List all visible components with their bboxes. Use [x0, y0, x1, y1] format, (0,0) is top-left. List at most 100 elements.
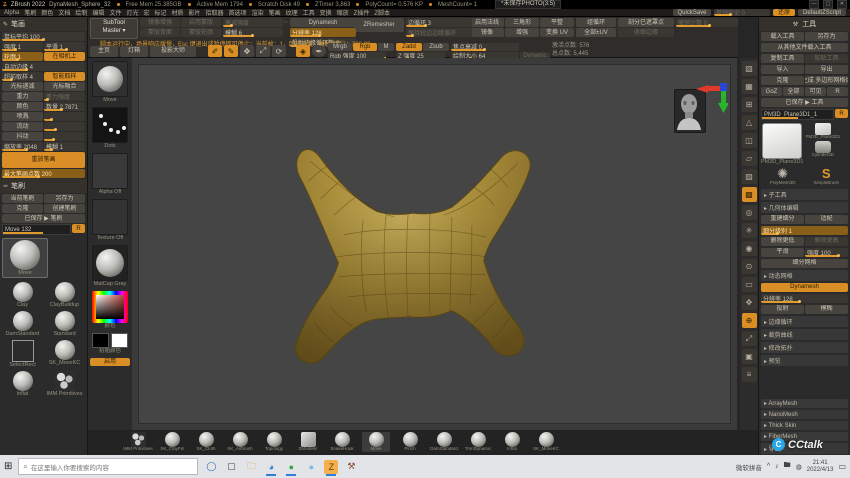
alpha-selector[interactable]: Alpha Off [92, 153, 128, 195]
systray-icon[interactable]: 🖿 [784, 461, 791, 472]
polyframe-icon[interactable]: ▩ [742, 187, 757, 202]
slider-handle[interactable] [411, 34, 414, 37]
slider[interactable]: 模糊 1 [44, 142, 85, 151]
main-color-swatch[interactable] [92, 333, 109, 348]
file-explorer-icon[interactable]: 🗀 [244, 460, 258, 474]
taskbar-clock[interactable]: 21:412022/4/13 [807, 460, 834, 474]
menu-item-笔刷[interactable]: 笔刷 [24, 8, 36, 17]
menu-item-笔画[interactable]: 笔画 [269, 8, 281, 17]
draw-size-icon[interactable]: ◉ [742, 241, 757, 256]
color-picker-widget[interactable]: 颜色 [92, 291, 128, 329]
button[interactable]: 投射 [761, 305, 804, 314]
quick-brush-ZModeler[interactable]: ZModeler [294, 432, 322, 452]
menu-item-颜色[interactable]: 颜色 [41, 8, 53, 17]
menu-item-绘制[interactable]: 绘制 [75, 8, 87, 17]
button[interactable]: 镜像增强 [140, 18, 180, 27]
actual-size-icon[interactable]: ▣ [742, 349, 757, 364]
secondary-color-swatch[interactable] [111, 333, 128, 348]
menu-item-缩放[interactable]: 缩放 [337, 8, 349, 17]
button[interactable]: 重放笔画 [2, 152, 85, 168]
menu-item-文件[interactable]: 文件 [109, 8, 121, 17]
button[interactable]: M [378, 43, 394, 51]
slider[interactable]: 撤销计数 0 [676, 18, 738, 27]
button[interactable]: Dynamesh [290, 18, 356, 27]
menu-item-影片[interactable]: 影片 [189, 8, 201, 17]
slider[interactable]: 分辨率 128 [290, 28, 356, 37]
tool-palette-header[interactable]: ⚒工具 [759, 17, 850, 31]
button[interactable]: 另存为 [44, 194, 85, 203]
button[interactable]: 已保存 ▶ 笔刷 [2, 214, 85, 223]
slider[interactable]: 轮廓 1 [2, 52, 43, 61]
stroke-type-selector[interactable]: Dots [92, 107, 128, 149]
button[interactable]: 在相机上 [44, 52, 85, 61]
button[interactable]: 载入工具 [761, 32, 804, 41]
local-symmetry-icon[interactable]: ◫ [742, 133, 757, 148]
button[interactable]: 启用 [90, 358, 130, 366]
button[interactable]: 全部 [783, 87, 804, 96]
big-thumb-col[interactable]: PM3D_Plane3D1 [761, 123, 804, 165]
button[interactable]: 克隆 [2, 204, 43, 213]
slider[interactable]: 超前取样 4 [2, 72, 43, 81]
slider[interactable]: 边循环 3 [406, 18, 472, 27]
brush-preview-icon[interactable]: ✒ [312, 45, 326, 57]
brush-cell[interactable]: IMM Primitives [44, 370, 85, 398]
edge-icon[interactable]: ◕ [264, 460, 278, 474]
subpalette-header-6[interactable]: ▸ 预览 [761, 355, 848, 366]
render-mode-icon[interactable]: ▦ [742, 79, 757, 94]
button[interactable]: 启用法线 [470, 18, 504, 27]
button[interactable]: GoZ [761, 87, 782, 96]
ime-indicator[interactable]: 微软拼音 [736, 462, 762, 472]
material-selector[interactable]: MatCap Gray [92, 245, 128, 287]
tool-app-icon[interactable]: ⚒ [344, 460, 358, 474]
button[interactable]: 导出 [805, 65, 848, 74]
button[interactable]: 导入 [761, 65, 804, 74]
menu-item-材质[interactable]: 材质 [172, 8, 184, 17]
point-selection-icon[interactable]: ⊙ [742, 259, 757, 274]
brush-cell[interactable]: Clay [2, 281, 43, 309]
mode-绘制-button[interactable]: ✎ [224, 45, 238, 57]
button[interactable]: 蒙版背面 [140, 28, 180, 37]
subpalette-header-Thick Skin[interactable]: ▸ Thick Skin [761, 421, 848, 430]
minimize-button[interactable]: — [809, 0, 819, 9]
button[interactable]: ZRemesher [354, 18, 404, 32]
button[interactable]: 克隆 [761, 76, 804, 85]
slider[interactable]: 焦点衰减 0 [451, 43, 519, 51]
button[interactable]: 还原 [773, 9, 795, 16]
slider[interactable]: 细分级别 1 [761, 226, 848, 235]
slider[interactable]: 鼠标平均 100 [2, 32, 85, 41]
slider-handle[interactable] [50, 118, 53, 121]
quick-brush-SK_Airbrush[interactable]: SK_Airbrush [226, 432, 254, 452]
recording-tab[interactable]: *未保存PHOTO(3:5) [495, 0, 561, 9]
button[interactable]: 变换 UV [540, 28, 574, 37]
button[interactable]: 删除更高 [805, 237, 848, 246]
dynamesh-sculpt-object[interactable] [295, 150, 530, 364]
tool-selector-dropdown[interactable]: PM3D_Plane3D1_1 [761, 109, 834, 120]
brush-cell[interactable]: DamStandard [2, 310, 43, 338]
button[interactable]: 从其他文件载入工具 [761, 43, 848, 52]
maximize-button[interactable]: ▢ [823, 0, 833, 9]
start-button[interactable]: ⊞ [4, 461, 12, 472]
menu-item-灯光[interactable]: 灯光 [126, 8, 138, 17]
quick-brush-SK_Cloth[interactable]: SK_Cloth [192, 432, 220, 452]
button[interactable]: 收缩边缘 [618, 28, 674, 37]
button[interactable]: Dynamesh [761, 283, 848, 292]
quick-brush-Topology[interactable]: Topology [260, 432, 288, 452]
button[interactable]: 粘贴工具 [805, 54, 848, 63]
button[interactable]: 可见 [805, 87, 826, 96]
button[interactable]: 喷溅 [2, 112, 43, 121]
sculptris-pro-button[interactable]: ◈ [296, 45, 310, 57]
slider-handle[interactable] [251, 34, 254, 37]
button[interactable]: 镜像 [470, 28, 504, 37]
subtool-master-button[interactable]: SubToolMaster ▾ [90, 18, 138, 39]
subpalette-header-1[interactable]: ▸ 几何体编辑 [761, 202, 848, 213]
slider[interactable]: 分辨率 128 [761, 294, 848, 303]
button[interactable]: Zsub [423, 43, 449, 51]
slider[interactable]: 模糊 6 [223, 28, 283, 37]
button[interactable]: 抖动 [2, 132, 43, 141]
slider[interactable]: 最大笔画点数 200 [2, 169, 85, 178]
button[interactable]: 生成 多边形网格体 [805, 76, 848, 85]
brush-palette-header[interactable]: ✑笔刷 [0, 179, 87, 193]
current-brush-selector[interactable]: Move [92, 61, 128, 103]
button[interactable]: 重力 [2, 92, 43, 101]
slider-handle[interactable] [54, 128, 57, 131]
